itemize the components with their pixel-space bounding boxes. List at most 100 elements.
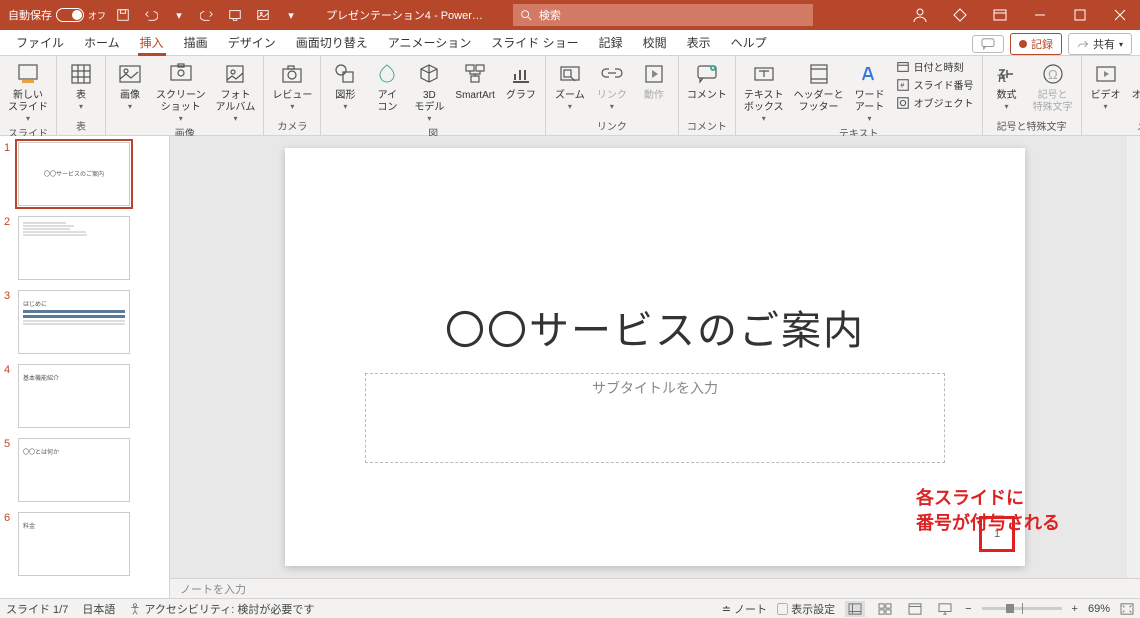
slide-position[interactable]: スライド 1/7 bbox=[6, 601, 68, 617]
slide-subtitle-placeholder[interactable]: サブタイトルを入力 bbox=[365, 373, 945, 463]
tab-挿入[interactable]: 挿入 bbox=[130, 30, 174, 55]
zoom-slider[interactable] bbox=[982, 607, 1062, 610]
tab-画面切り替え[interactable]: 画面切り替え bbox=[286, 30, 378, 55]
ribbon-group-テキスト: テキスト ボックス▾ヘッダーと フッターワード アート▾日付と時刻#スライド番号… bbox=[736, 56, 983, 135]
thumbnail-item[interactable]: 1〇〇サービスのご案内 bbox=[4, 142, 163, 206]
ribbon-picture-button[interactable]: 画像▾ bbox=[110, 58, 150, 113]
tab-アニメーション[interactable]: アニメーション bbox=[378, 30, 482, 55]
tab-校閲[interactable]: 校閲 bbox=[633, 30, 677, 55]
ribbon-date-button[interactable]: 日付と時刻 bbox=[892, 58, 978, 75]
undo-dropdown[interactable]: ▾ bbox=[168, 4, 190, 26]
new-slide-icon bbox=[14, 60, 42, 88]
3d-icon bbox=[415, 60, 443, 88]
ribbon-header-button[interactable]: ヘッダーと フッター bbox=[790, 58, 848, 116]
slide-sorter-button[interactable] bbox=[875, 601, 895, 617]
maximize-button[interactable] bbox=[1060, 0, 1100, 30]
slide[interactable]: 〇〇サービスのご案内 サブタイトルを入力 1 bbox=[285, 148, 1025, 566]
ribbon-equation-button[interactable]: π数式▾ bbox=[987, 58, 1027, 113]
ribbon-shapes-button[interactable]: 図形▾ bbox=[325, 58, 365, 113]
comment-icon bbox=[981, 38, 995, 50]
thumbnail-item[interactable]: 6料金 bbox=[4, 512, 163, 576]
symbol-icon: Ω bbox=[1039, 60, 1067, 88]
fit-to-window-button[interactable] bbox=[1120, 603, 1134, 615]
diamond-icon[interactable] bbox=[940, 0, 980, 30]
textbox-icon bbox=[750, 60, 778, 88]
reading-view-button[interactable] bbox=[905, 601, 925, 617]
notes-toggle[interactable]: ≐ ノート bbox=[722, 601, 767, 617]
ribbon-icons-button[interactable]: アイ コン bbox=[367, 58, 407, 116]
zoom-level[interactable]: 69% bbox=[1088, 603, 1110, 615]
minimize-button[interactable] bbox=[1020, 0, 1060, 30]
share-button[interactable]: 共有▾ bbox=[1068, 33, 1132, 55]
tab-ファイル[interactable]: ファイル bbox=[6, 30, 74, 55]
ribbon-table-button[interactable]: 表▾ bbox=[61, 58, 101, 113]
ribbon-display-button[interactable] bbox=[980, 0, 1020, 30]
ribbon-group-label: 表 bbox=[61, 118, 101, 135]
ribbon-symbol-button: Ω記号と 特殊文字 bbox=[1029, 58, 1077, 116]
thumbnail-number: 1 bbox=[4, 142, 14, 206]
tab-記録[interactable]: 記録 bbox=[589, 30, 633, 55]
vertical-scrollbar[interactable] bbox=[1127, 136, 1140, 578]
account-icon[interactable] bbox=[900, 0, 940, 30]
qat-image-button[interactable] bbox=[252, 4, 274, 26]
ribbon-new-slide-button[interactable]: 新しい スライド▾ bbox=[4, 58, 52, 125]
tab-スライド ショー[interactable]: スライド ショー bbox=[481, 30, 588, 55]
chart-icon bbox=[507, 60, 535, 88]
display-settings[interactable]: ▢ 表示設定 bbox=[777, 601, 835, 617]
comment-icon bbox=[693, 60, 721, 88]
search-box[interactable]: 検索 bbox=[513, 4, 813, 26]
thumbnail-item[interactable]: 4基本機能紹介 bbox=[4, 364, 163, 428]
ribbon-smartart-button[interactable]: SmartArt bbox=[451, 58, 498, 104]
search-placeholder: 検索 bbox=[539, 7, 561, 23]
comments-button[interactable] bbox=[972, 35, 1004, 53]
start-from-beginning-button[interactable] bbox=[224, 4, 246, 26]
ribbon-obj-button[interactable]: オブジェクト bbox=[892, 94, 978, 111]
ribbon-group-label: コメント bbox=[683, 118, 731, 135]
tab-ヘルプ[interactable]: ヘルプ bbox=[721, 30, 777, 55]
icons-icon bbox=[373, 60, 401, 88]
accessibility-status[interactable]: アクセシビリティ: 検討が必要です bbox=[129, 601, 314, 617]
ribbon-group-図: 図形▾アイ コン3D モデル▾SmartArtグラフ図 bbox=[321, 56, 545, 135]
obj-icon bbox=[896, 96, 910, 110]
tab-描画[interactable]: 描画 bbox=[174, 30, 218, 55]
ribbon-num-button[interactable]: #スライド番号 bbox=[892, 76, 978, 93]
ribbon-zoom-button[interactable]: ズーム▾ bbox=[550, 58, 590, 113]
ribbon-wordart-button[interactable]: ワード アート▾ bbox=[850, 58, 890, 125]
ribbon-textbox-button[interactable]: テキスト ボックス▾ bbox=[740, 58, 788, 125]
autosave-toggle[interactable]: 自動保存 オフ bbox=[8, 7, 106, 23]
thumbnail-item[interactable]: 5〇〇とは何か bbox=[4, 438, 163, 502]
slide-title[interactable]: 〇〇サービスのご案内 bbox=[285, 298, 1025, 356]
close-button[interactable] bbox=[1100, 0, 1140, 30]
tab-ホーム[interactable]: ホーム bbox=[74, 30, 130, 55]
share-icon bbox=[1077, 38, 1089, 50]
zoom-icon bbox=[556, 60, 584, 88]
zoom-in-button[interactable]: + bbox=[1072, 603, 1078, 615]
normal-view-button[interactable] bbox=[845, 601, 865, 617]
notes-pane[interactable]: ノートを入力 bbox=[170, 578, 1140, 598]
ribbon-screenshot-button[interactable]: スクリーン ショット▾ bbox=[152, 58, 210, 125]
undo-button[interactable] bbox=[140, 4, 162, 26]
language-indicator[interactable]: 日本語 bbox=[82, 601, 115, 617]
thumbnail-item[interactable]: 2 bbox=[4, 216, 163, 280]
tab-表示[interactable]: 表示 bbox=[677, 30, 721, 55]
ribbon-audio-button[interactable]: オーディオ▾ bbox=[1128, 58, 1140, 113]
slideshow-button[interactable] bbox=[935, 601, 955, 617]
ribbon-group-label: リンク bbox=[550, 118, 674, 135]
ribbon-video-button[interactable]: ビデオ▾ bbox=[1086, 58, 1126, 113]
thumbnail-item[interactable]: 3はじめに bbox=[4, 290, 163, 354]
record-icon bbox=[1019, 40, 1027, 48]
ribbon-3d-button[interactable]: 3D モデル▾ bbox=[409, 58, 449, 125]
qat-customize-button[interactable]: ▾ bbox=[280, 4, 302, 26]
zoom-out-button[interactable]: − bbox=[965, 603, 971, 615]
tab-デザイン[interactable]: デザイン bbox=[218, 30, 286, 55]
ribbon-camera-button[interactable]: レビュー▾ bbox=[268, 58, 316, 113]
redo-button[interactable] bbox=[196, 4, 218, 26]
save-button[interactable] bbox=[112, 4, 134, 26]
ribbon-chart-button[interactable]: グラフ bbox=[501, 58, 541, 104]
record-button[interactable]: 記録 bbox=[1010, 33, 1062, 55]
ribbon-group-表: 表▾ 表 bbox=[57, 56, 106, 135]
ribbon-album-button[interactable]: フォト アルバム▾ bbox=[212, 58, 260, 125]
ribbon-comment-button[interactable]: コメント bbox=[683, 58, 731, 104]
picture-icon bbox=[116, 60, 144, 88]
slide-thumbnails-pane[interactable]: 1〇〇サービスのご案内 2 3はじめに 4基本機能紹介 5〇〇とは何か 6料金 bbox=[0, 136, 170, 598]
